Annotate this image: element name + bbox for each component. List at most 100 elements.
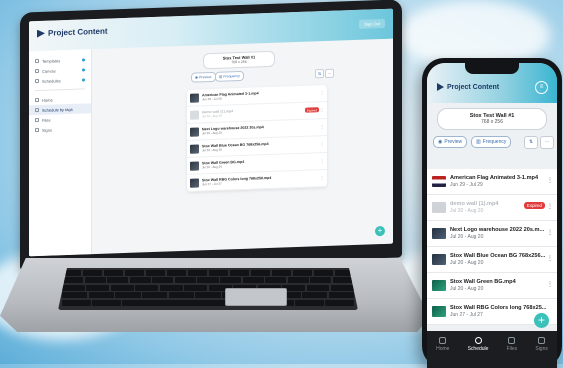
- bottom-nav: Home Schedule Files Signs: [427, 331, 557, 368]
- kebab-menu-icon[interactable]: ⋮: [320, 124, 324, 129]
- item-name: Stox Wall RBG Colors long 768x25...: [450, 305, 547, 311]
- frequency-button[interactable]: ▥ Frequency: [471, 136, 512, 148]
- kebab-menu-icon[interactable]: ⋮: [547, 203, 553, 210]
- item-name: American Flag Animated 3-1.mp4: [450, 175, 539, 181]
- calendar-icon: [35, 79, 39, 84]
- add-button[interactable]: +: [534, 313, 549, 328]
- expired-badge: Expired: [523, 202, 545, 209]
- kebab-menu-icon[interactable]: ⋮: [547, 177, 553, 184]
- sign-out-button[interactable]: Sign Out: [359, 18, 385, 29]
- more-icon: ⋯: [327, 70, 332, 76]
- kebab-menu-icon[interactable]: ⋮: [547, 255, 553, 262]
- item-dates: Jul 20 - Aug 20: [450, 260, 484, 266]
- list-item[interactable]: Stox Wall Green BG.mp4 Jul 20 - Aug 20 ⋮: [427, 273, 557, 299]
- sort-icon: ⇅: [528, 139, 534, 145]
- preview-label: Preview: [199, 74, 212, 80]
- phone-notch: [465, 63, 519, 74]
- video-thumbnail: [190, 92, 199, 103]
- sidebar-item-label: Home: [42, 97, 53, 103]
- sidebar: Templates Canvas Schedules Home Schedule…: [29, 49, 92, 257]
- kebab-menu-icon[interactable]: ⋮: [547, 281, 553, 288]
- keyboard: [58, 268, 358, 310]
- list-item[interactable]: demo wall (1).mp4 Jul 20 - Aug 20 Expired…: [427, 195, 557, 221]
- video-thumbnail: [432, 306, 446, 317]
- app-logo[interactable]: Project Content: [37, 27, 108, 38]
- kebab-menu-icon[interactable]: ⋮: [320, 141, 324, 146]
- schedule-list: American Flag Animated 3-1.mp4 Jun 29 - J…: [427, 169, 557, 325]
- tag-icon: [35, 108, 39, 113]
- item-name: demo wall (1).mp4: [450, 201, 499, 207]
- preview-button[interactable]: ◉ Preview: [433, 136, 468, 148]
- chart-icon: ▥: [476, 139, 481, 145]
- kebab-menu-icon[interactable]: ⋮: [320, 175, 324, 180]
- item-name: Stox Wall Green BG.mp4: [450, 279, 516, 285]
- video-thumbnail: [190, 160, 199, 171]
- status-dot: [82, 67, 85, 72]
- sidebar-item-label: Schedule by tags: [42, 106, 73, 113]
- kebab-menu-icon[interactable]: ⋮: [320, 90, 324, 95]
- phone-screen: Project Content ≡ Stox Test Wall #1 768 …: [427, 63, 557, 368]
- wall-size: 768 x 256: [481, 119, 503, 125]
- video-thumbnail: [190, 143, 199, 154]
- video-thumbnail: [190, 126, 199, 137]
- item-dates: Jun 27 - Jul 27: [450, 312, 483, 318]
- list-item[interactable]: Stox Wall RBG Colors long 768x256.mp4 Jun…: [187, 169, 327, 192]
- eye-icon: ◉: [438, 139, 443, 145]
- home-icon: [439, 337, 447, 344]
- sidebar-item-label: Templates: [42, 57, 61, 64]
- video-thumbnail: [432, 202, 446, 213]
- sidebar-item-schedules[interactable]: Schedules: [29, 74, 91, 86]
- preview-label: Preview: [444, 139, 463, 145]
- clock-icon: [474, 337, 482, 344]
- sidebar-item-label: Signs: [42, 127, 53, 133]
- list-item[interactable]: Stox Wall Blue Ocean BG 768x256... Jul 20…: [427, 247, 557, 273]
- nav-signs[interactable]: Signs: [535, 337, 548, 352]
- nav-home[interactable]: Home: [436, 337, 449, 352]
- plus-icon: +: [377, 226, 383, 236]
- sort-button[interactable]: ⇅: [524, 136, 538, 149]
- canvas-icon: [35, 69, 39, 74]
- sidebar-item-label: Files: [42, 117, 51, 123]
- add-button[interactable]: +: [375, 225, 385, 237]
- chart-icon: ▥: [219, 74, 223, 79]
- eye-icon: ◉: [195, 75, 199, 80]
- wall-selector[interactable]: Stox Test Wall #1 768 x 256: [437, 108, 547, 130]
- nav-label: Schedule: [467, 346, 489, 352]
- app-logo-text: Project Content: [48, 26, 108, 38]
- list-item[interactable]: American Flag Animated 3-1.mp4 Jun 29 - J…: [427, 169, 557, 195]
- item-dates: Jul 20 - Aug 20: [450, 286, 484, 292]
- kebab-menu-icon[interactable]: ⋮: [547, 229, 553, 236]
- nav-schedule[interactable]: Schedule: [467, 337, 489, 352]
- more-button[interactable]: ⋯: [325, 68, 334, 79]
- app-logo-text: Project Content: [447, 83, 500, 91]
- wall-selector[interactable]: Stox Test Wall #1 768 x 256: [203, 50, 275, 70]
- preview-button[interactable]: ◉ Preview: [191, 71, 216, 83]
- frequency-button[interactable]: ▥ Frequency: [215, 70, 244, 82]
- app-logo[interactable]: Project Content: [437, 83, 499, 91]
- item-name: Stox Wall Blue Ocean BG 768x256...: [450, 253, 546, 259]
- nav-label: Home: [436, 346, 450, 352]
- divider: [35, 88, 85, 92]
- trackpad: [225, 288, 287, 306]
- video-thumbnail: [190, 177, 199, 188]
- video-thumbnail: [432, 176, 446, 187]
- sort-icon: ⇅: [317, 71, 322, 77]
- sort-button[interactable]: ⇅: [315, 69, 324, 79]
- sidebar-item-signs[interactable]: Signs: [29, 123, 91, 135]
- logo-icon: [37, 29, 45, 37]
- video-thumbnail: [432, 228, 446, 239]
- menu-button[interactable]: ≡: [535, 81, 548, 94]
- kebab-menu-icon[interactable]: ⋮: [320, 158, 324, 163]
- phone: Project Content ≡ Stox Test Wall #1 768 …: [422, 58, 562, 368]
- logo-icon: [437, 83, 444, 91]
- home-icon: [35, 98, 39, 103]
- status-dot: [82, 57, 85, 62]
- plus-icon: +: [537, 313, 545, 327]
- video-thumbnail: [432, 254, 446, 265]
- main-content: Stox Test Wall #1 768 x 256 ◉ Preview ▥ …: [91, 39, 393, 255]
- more-button[interactable]: ⋯: [540, 136, 554, 149]
- nav-files[interactable]: Files: [507, 337, 517, 352]
- sidebar-item-label: Canvas: [42, 67, 56, 74]
- list-item[interactable]: Next Logo warehouse 2022 20s.m... Jul 20 …: [427, 221, 557, 247]
- kebab-menu-icon[interactable]: ⋮: [320, 107, 324, 112]
